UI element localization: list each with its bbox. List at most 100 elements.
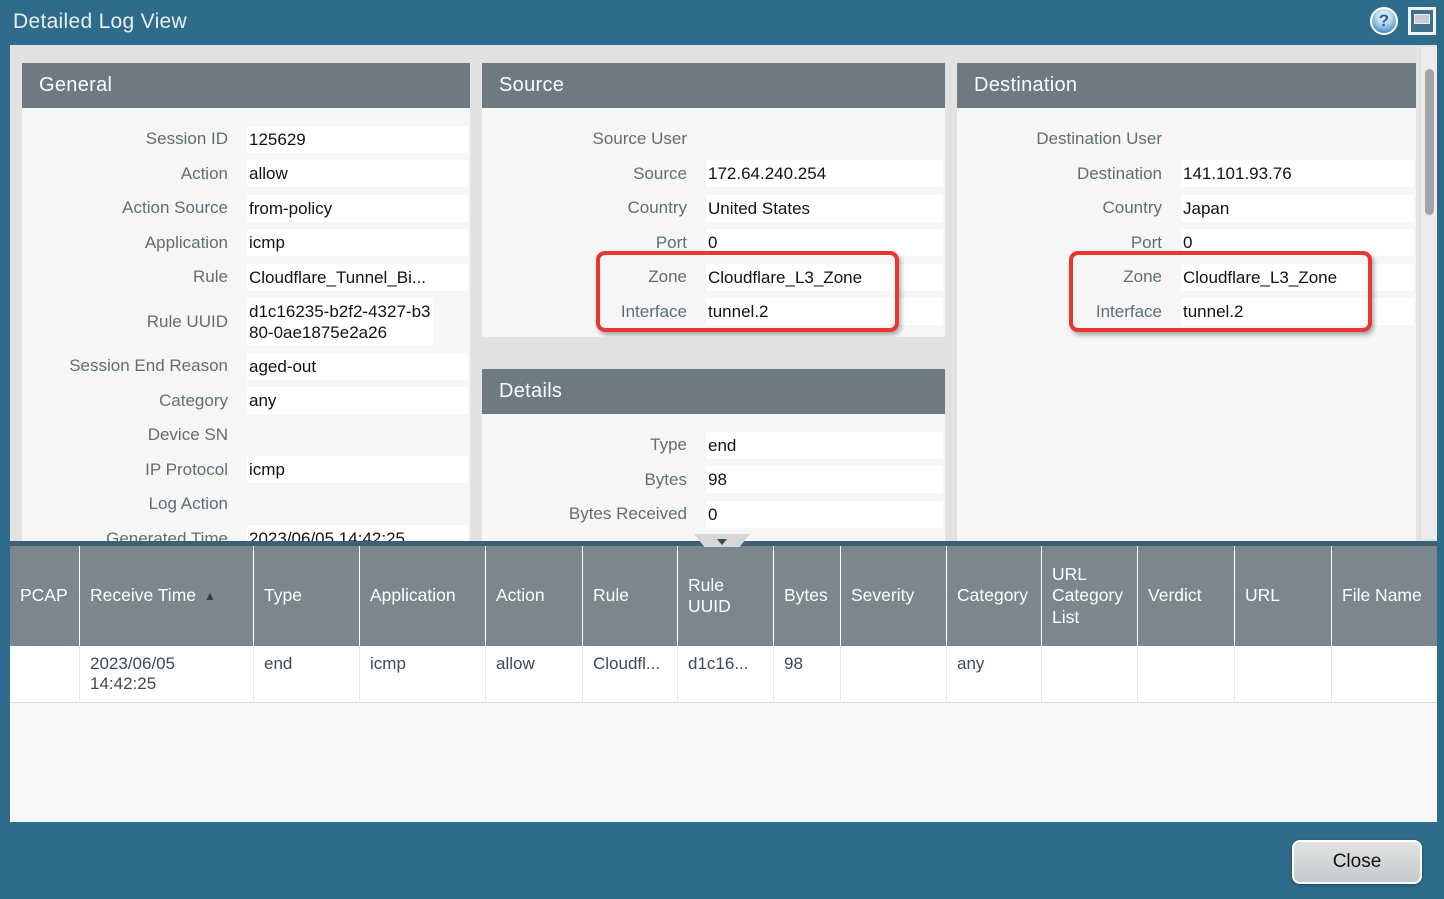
cell-pcap <box>10 646 80 702</box>
field-value <box>706 136 943 142</box>
field-row-generated-time: Generated Time 2023/06/05 14:42:25 <box>22 522 470 542</box>
log-detail-area: General Session ID125629 Actionallow Act… <box>10 45 1437 541</box>
column-header-action[interactable]: Action <box>486 546 583 646</box>
details-panel-title: Details <box>482 369 945 414</box>
field-row-destination-country: CountryJapan <box>957 191 1416 226</box>
help-icon[interactable]: ? <box>1370 7 1398 35</box>
field-value: icmp <box>247 456 468 483</box>
column-header-pcap[interactable]: PCAP <box>10 546 80 646</box>
field-row-destination: Destination 141.101.93.76 <box>957 157 1416 192</box>
field-label: Session ID <box>22 129 228 149</box>
field-label: Source <box>482 164 687 184</box>
field-value: 98 <box>706 466 943 493</box>
field-row-type: Typeend <box>482 428 945 463</box>
field-label: Interface <box>957 302 1162 322</box>
field-label: Action <box>22 164 228 184</box>
source-panel: Source Source User Source172.64.240.254 … <box>482 63 945 337</box>
log-table-header: PCAP Receive Time▲ Type Application Acti… <box>10 546 1437 646</box>
field-value: tunnel.2 <box>706 298 943 325</box>
field-label: Rule UUID <box>22 312 228 332</box>
cell-receive-time: 2023/06/05 14:42:25 <box>80 646 254 702</box>
field-label: Session End Reason <box>22 356 228 376</box>
field-row-action: Actionallow <box>22 157 470 192</box>
field-row-application: Applicationicmp <box>22 226 470 261</box>
field-label: IP Protocol <box>22 460 228 480</box>
field-label: Log Action <box>22 494 228 514</box>
field-row-bytes: Bytes98 <box>482 463 945 498</box>
field-value: 0 <box>706 229 943 256</box>
sort-ascending-icon: ▲ <box>204 589 216 604</box>
field-label: Zone <box>957 267 1162 287</box>
chevron-down-icon <box>717 539 727 545</box>
field-row-rule-uuid: Rule UUIDd1c16235-b2f2-4327-b380-0ae1875… <box>22 295 470 350</box>
column-header-bytes[interactable]: Bytes <box>774 546 841 646</box>
field-row-log-action: Log Action <box>22 487 470 522</box>
field-row-source-country: CountryUnited States <box>482 191 945 226</box>
column-header-rule-uuid[interactable]: Rule UUID <box>678 546 774 646</box>
source-panel-title: Source <box>482 63 945 108</box>
column-header-rule[interactable]: Rule <box>583 546 678 646</box>
field-row-category: Categoryany <box>22 384 470 419</box>
field-row-source-port: Port0 <box>482 226 945 261</box>
field-row-destination-interface: Interface tunnel.2 <box>957 295 1416 330</box>
field-value: Cloudflare_Tunnel_Bi... <box>247 264 468 291</box>
destination-panel-body: Destination User Destination141.101.93.7… <box>957 108 1416 541</box>
field-label: Destination <box>957 164 1162 184</box>
cell-verdict <box>1138 646 1235 702</box>
vertical-scrollbar[interactable] <box>1420 47 1437 539</box>
column-header-receive-time[interactable]: Receive Time▲ <box>80 546 254 646</box>
column-header-application[interactable]: Application <box>360 546 486 646</box>
column-header-verdict[interactable]: Verdict <box>1138 546 1235 646</box>
field-row-source-user: Source User <box>482 122 945 157</box>
footer-bar: Close <box>0 822 1444 899</box>
field-value: 2023/06/05 14:42:25 <box>247 525 468 541</box>
general-panel: General Session ID125629 Actionallow Act… <box>22 63 470 541</box>
cell-rule-uuid: d1c16... <box>678 646 774 702</box>
field-label: Type <box>482 435 687 455</box>
cell-severity <box>841 646 947 702</box>
column-header-url-category-list[interactable]: URL Category List <box>1042 546 1138 646</box>
field-row-session-end-reason: Session End Reason aged-out <box>22 349 470 384</box>
general-panel-body: Session ID125629 Actionallow Action Sour… <box>22 108 470 541</box>
field-label: Generated Time <box>22 529 228 541</box>
scrollbar-thumb[interactable] <box>1425 69 1434 215</box>
page-title: Detailed Log View <box>13 10 187 34</box>
field-value: aged-out <box>247 353 468 380</box>
field-value: 172.64.240.254 <box>706 160 943 187</box>
cell-url-category-list <box>1042 646 1138 702</box>
field-value: any <box>247 387 468 414</box>
field-row-action-source: Action Sourcefrom-policy <box>22 191 470 226</box>
field-value: 141.101.93.76 <box>1181 160 1414 187</box>
field-value: tunnel.2 <box>1181 298 1414 325</box>
column-header-severity[interactable]: Severity <box>841 546 947 646</box>
column-header-category[interactable]: Category <box>947 546 1042 646</box>
cell-file-name <box>1332 646 1437 702</box>
close-button[interactable]: Close <box>1292 840 1422 884</box>
field-row-device-sn: Device SN <box>22 418 470 453</box>
titlebar: Detailed Log View ? <box>0 0 1444 45</box>
field-value: Japan <box>1181 195 1414 222</box>
field-value <box>1181 136 1414 142</box>
details-panel: Details Typeend Bytes98 Bytes Received0 <box>482 369 945 541</box>
table-row[interactable]: 2023/06/05 14:42:25 end icmp allow Cloud… <box>10 646 1437 703</box>
destination-panel: Destination Destination User Destination… <box>957 63 1416 541</box>
field-row-bytes-received: Bytes Received0 <box>482 497 945 532</box>
cell-bytes: 98 <box>774 646 841 702</box>
field-row-source-zone: ZoneCloudflare_L3_Zone <box>482 260 945 295</box>
field-label: Zone <box>482 267 687 287</box>
column-header-file-name[interactable]: File Name <box>1332 546 1437 646</box>
general-panel-title: General <box>22 63 470 108</box>
window-icon[interactable] <box>1408 7 1436 35</box>
field-row-destination-port: Port0 <box>957 226 1416 261</box>
field-label: Source User <box>482 129 687 149</box>
field-value: 0 <box>1181 229 1414 256</box>
field-row-source-interface: Interfacetunnel.2 <box>482 295 945 330</box>
field-row-destination-zone: ZoneCloudflare_L3_Zone <box>957 260 1416 295</box>
cell-category: any <box>947 646 1042 702</box>
column-header-url[interactable]: URL <box>1235 546 1332 646</box>
column-header-type[interactable]: Type <box>254 546 360 646</box>
log-table: PCAP Receive Time▲ Type Application Acti… <box>10 546 1437 822</box>
field-row-rule: RuleCloudflare_Tunnel_Bi... <box>22 260 470 295</box>
field-value: from-policy <box>247 195 468 222</box>
details-panel-body: Typeend Bytes98 Bytes Received0 <box>482 414 945 541</box>
